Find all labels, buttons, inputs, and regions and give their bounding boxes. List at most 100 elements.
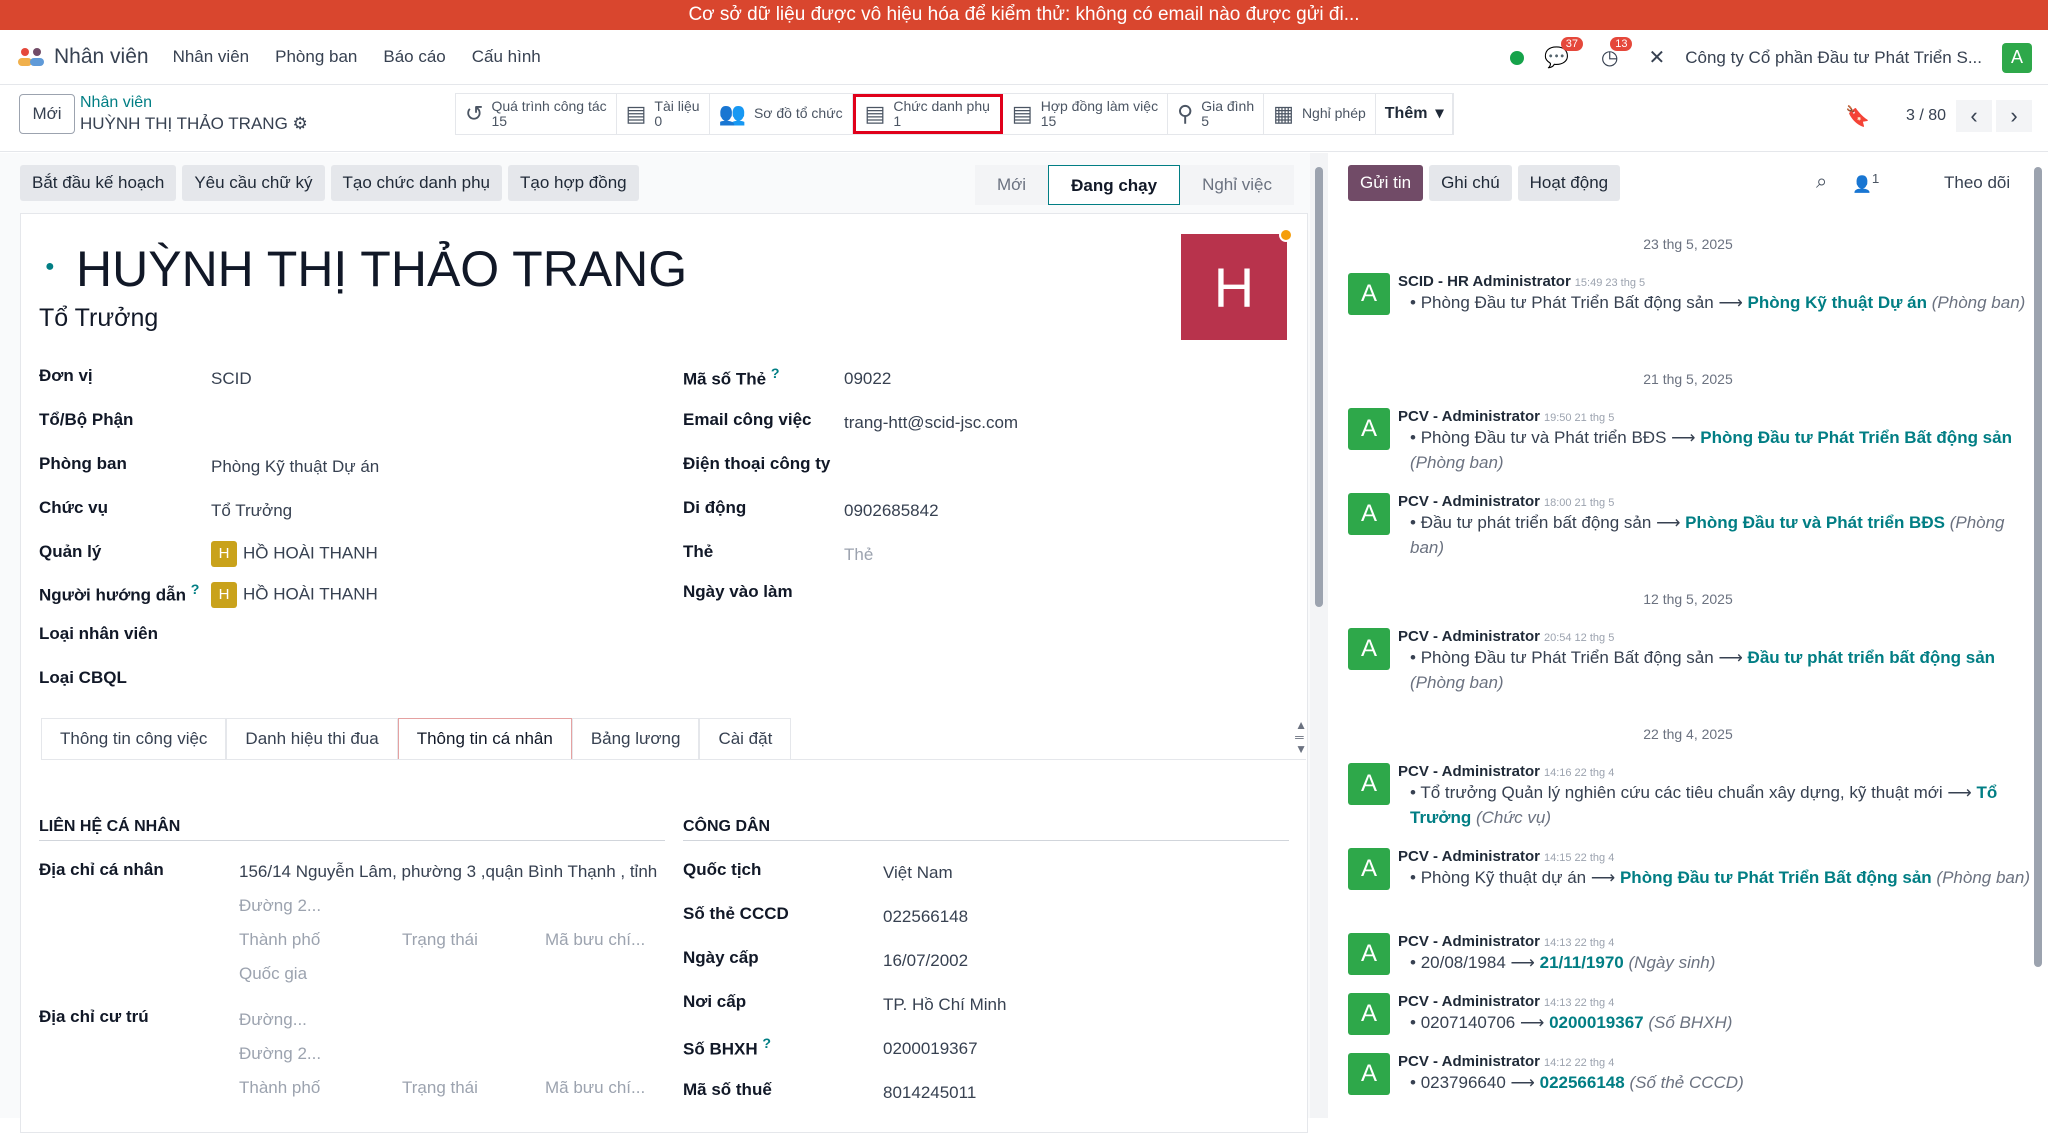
author-avatar[interactable]: A bbox=[1348, 628, 1390, 670]
smart-work-history[interactable]: ↺ Quá trình công tác 15 bbox=[456, 94, 617, 134]
field-department[interactable]: Phòng Kỹ thuật Dự án bbox=[211, 457, 379, 477]
smart-time-off[interactable]: ▦ Nghỉ phép bbox=[1264, 94, 1376, 134]
pager-next[interactable]: › bbox=[1996, 100, 2032, 132]
request-signature-button[interactable]: Yêu cầu chữ ký bbox=[182, 165, 325, 201]
field-nationality[interactable]: Việt Nam bbox=[883, 863, 953, 883]
author-avatar[interactable]: A bbox=[1348, 763, 1390, 805]
gear-icon[interactable]: ⚙ bbox=[293, 114, 308, 133]
message-author[interactable]: PCV - Administrator bbox=[1398, 763, 1540, 780]
message-author[interactable]: SCID - HR Administrator bbox=[1398, 273, 1571, 290]
field-id-number[interactable]: 022566148 bbox=[883, 907, 968, 927]
smart-contracts[interactable]: ▤ Hợp đồng làm việc 15 bbox=[1003, 94, 1169, 134]
chatter-scroll-thumb[interactable] bbox=[2034, 167, 2042, 967]
author-avatar[interactable]: A bbox=[1348, 848, 1390, 890]
start-plan-button[interactable]: Bắt đầu kế hoạch bbox=[20, 165, 177, 201]
field-residence-state[interactable]: Trạng thái bbox=[402, 1078, 478, 1098]
author-avatar[interactable]: A bbox=[1348, 493, 1390, 535]
resize-handle-icon[interactable]: ▲ ═ ▼ bbox=[1295, 719, 1307, 755]
message-author[interactable]: PCV - Administrator bbox=[1398, 993, 1540, 1010]
author-avatar[interactable]: A bbox=[1348, 933, 1390, 975]
log-note-button[interactable]: Ghi chú bbox=[1429, 165, 1512, 201]
field-private-street[interactable]: 156/14 Nguyễn Lâm, phường 3 ,quận Bình T… bbox=[239, 862, 657, 882]
message-author[interactable]: PCV - Administrator bbox=[1398, 848, 1540, 865]
employee-job-title[interactable]: Tổ Trưởng bbox=[39, 304, 158, 333]
smart-family[interactable]: ⚲ Gia đình 5 bbox=[1168, 94, 1265, 134]
message-author[interactable]: PCV - Administrator bbox=[1398, 493, 1540, 510]
field-private-zip[interactable]: Mã bưu chí... bbox=[545, 930, 645, 950]
field-badge-id[interactable]: 09022 bbox=[844, 369, 891, 389]
author-avatar[interactable]: A bbox=[1348, 273, 1390, 315]
manager-name: HỒ HOÀI THANH bbox=[243, 543, 378, 563]
breadcrumb-parent[interactable]: Nhân viên bbox=[80, 94, 152, 112]
tab-work-info[interactable]: Thông tin công việc bbox=[41, 718, 227, 759]
user-avatar[interactable]: A bbox=[2002, 42, 2032, 73]
bookmark-icon[interactable]: 🔖 bbox=[1845, 104, 1870, 129]
tab-settings[interactable]: Cài đặt bbox=[699, 718, 792, 759]
create-contract-button[interactable]: Tạo hợp đồng bbox=[507, 165, 639, 201]
author-avatar[interactable]: A bbox=[1348, 993, 1390, 1035]
field-position[interactable]: Tổ Trưởng bbox=[211, 501, 292, 521]
field-work-email[interactable]: trang-htt@scid-jsc.com bbox=[844, 413, 1018, 433]
message-author[interactable]: PCV - Administrator bbox=[1398, 408, 1540, 425]
old-value: Phòng Kỹ thuật dự án bbox=[1420, 868, 1587, 887]
message-author[interactable]: PCV - Administrator bbox=[1398, 628, 1540, 645]
field-residence-street[interactable]: Đường... bbox=[239, 1010, 307, 1030]
field-tags[interactable]: Thẻ bbox=[844, 545, 873, 565]
field-manager[interactable]: H HỒ HOÀI THANH bbox=[211, 541, 378, 567]
status-running[interactable]: Đang chạy bbox=[1048, 165, 1181, 205]
debug-tools-icon[interactable]: ✕ bbox=[1648, 45, 1665, 70]
pager-previous[interactable]: ‹ bbox=[1956, 100, 1992, 132]
menu-employees[interactable]: Nhân viên bbox=[173, 47, 250, 67]
scroll-thumb[interactable] bbox=[1315, 167, 1323, 607]
field-issue-place[interactable]: TP. Hồ Chí Minh bbox=[883, 995, 1006, 1015]
field-private-street2[interactable]: Đường 2... bbox=[239, 896, 321, 916]
tab-awards[interactable]: Danh hiệu thi đua bbox=[226, 718, 398, 759]
status-new[interactable]: Mới bbox=[975, 165, 1049, 205]
field-private-city[interactable]: Thành phố bbox=[239, 930, 320, 950]
followers-icon[interactable]: 👤1 bbox=[1852, 171, 1879, 194]
field-private-state[interactable]: Trạng thái bbox=[402, 930, 478, 950]
status-resigned[interactable]: Nghỉ việc bbox=[1180, 165, 1294, 205]
field-residence-city[interactable]: Thành phố bbox=[239, 1078, 320, 1098]
field-residence-zip[interactable]: Mã bưu chí... bbox=[545, 1078, 645, 1098]
field-private-country[interactable]: Quốc gia bbox=[239, 964, 307, 984]
activity-clock-icon[interactable]: ◷ 13 bbox=[1601, 37, 1633, 70]
message: A PCV - Administrator 14:16 22 thg 4 • Tổ… bbox=[1348, 763, 2038, 830]
employee-photo[interactable]: H bbox=[1181, 234, 1287, 340]
search-icon[interactable]: ⌕ bbox=[1816, 171, 1827, 194]
smart-documents[interactable]: ▤ Tài liệu 0 bbox=[617, 94, 710, 134]
field-social-insurance[interactable]: 0200019367 bbox=[883, 1039, 978, 1059]
changed-field: (Phòng ban) bbox=[1936, 868, 2030, 887]
send-message-button[interactable]: Gửi tin bbox=[1348, 165, 1424, 201]
pager-value[interactable]: 3 / 80 bbox=[1906, 107, 1946, 125]
author-avatar[interactable]: A bbox=[1348, 1053, 1390, 1095]
new-value: 21/11/1970 bbox=[1539, 953, 1624, 972]
activity-button[interactable]: Hoạt động bbox=[1517, 165, 1621, 201]
field-mobile[interactable]: 0902685842 bbox=[844, 501, 939, 521]
employee-name[interactable]: HUỲNH THỊ THẢO TRANG bbox=[76, 240, 687, 298]
smart-org-chart[interactable]: 👥 Sơ đồ tổ chức bbox=[710, 94, 853, 134]
menu-configuration[interactable]: Cấu hình bbox=[472, 47, 541, 67]
message-author[interactable]: PCV - Administrator bbox=[1398, 933, 1540, 950]
field-tax-code[interactable]: 8014245011 bbox=[883, 1083, 976, 1103]
menu-reports[interactable]: Báo cáo bbox=[383, 47, 445, 67]
field-unit[interactable]: SCID bbox=[211, 369, 252, 389]
field-residence-street2[interactable]: Đường 2... bbox=[239, 1044, 321, 1064]
message-author[interactable]: PCV - Administrator bbox=[1398, 1053, 1540, 1070]
field-coach[interactable]: H HỒ HOÀI THANH bbox=[211, 582, 378, 608]
message-time: 14:13 22 thg 4 bbox=[1543, 937, 1615, 949]
smart-secondary-titles[interactable]: ▤ Chức danh phụ 1 bbox=[852, 94, 1003, 134]
create-secondary-title-button[interactable]: Tạo chức danh phụ bbox=[330, 165, 502, 201]
more-dropdown[interactable]: Thêm ▾ bbox=[1376, 94, 1454, 134]
company-switcher[interactable]: Công ty Cổ phần Đầu tư Phát Triển S... bbox=[1685, 48, 1982, 68]
chat-icon[interactable]: 💬 37 bbox=[1544, 37, 1584, 70]
tab-payroll[interactable]: Bảng lương bbox=[571, 718, 700, 759]
menu-departments[interactable]: Phòng ban bbox=[275, 47, 357, 67]
tab-private-info[interactable]: Thông tin cá nhân bbox=[397, 718, 572, 759]
form-scrollbar[interactable] bbox=[1310, 153, 1328, 1118]
new-button[interactable]: Mới bbox=[19, 94, 75, 134]
author-avatar[interactable]: A bbox=[1348, 408, 1390, 450]
field-issue-date[interactable]: 16/07/2002 bbox=[883, 951, 968, 971]
follow-button[interactable]: Theo dõi bbox=[1944, 173, 2010, 193]
app-logo[interactable]: Nhân viên bbox=[16, 45, 149, 69]
